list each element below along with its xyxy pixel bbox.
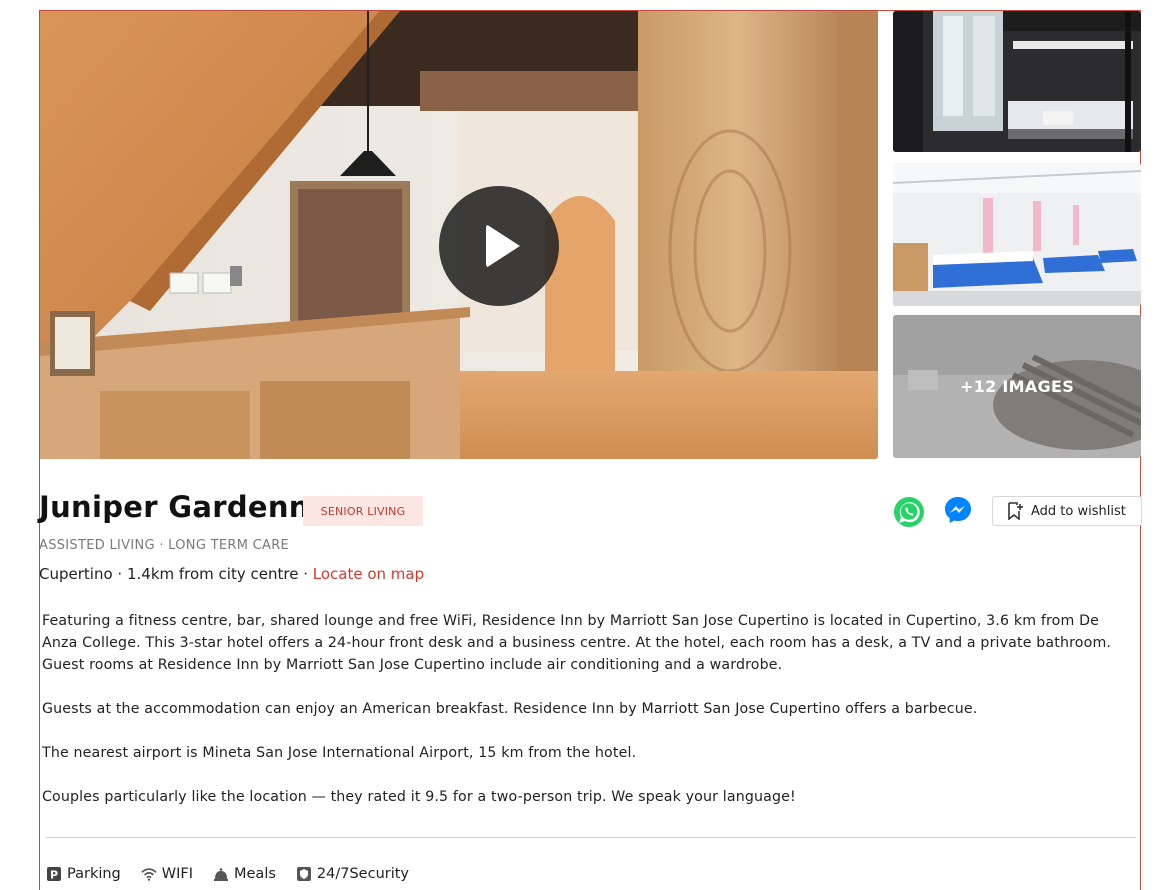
- amenity-label: WIFI: [161, 866, 193, 882]
- messenger-share-button[interactable]: [942, 494, 974, 526]
- amenity-wifi: WIFI: [141, 866, 193, 882]
- play-video-button[interactable]: [439, 186, 559, 306]
- amenity-meals: Meals: [213, 866, 276, 882]
- description-paragraph: Featuring a fitness centre, bar, shared …: [42, 613, 1112, 673]
- description: Featuring a fitness centre, bar, shared …: [42, 610, 1127, 830]
- meals-icon: [213, 866, 229, 882]
- main-photo[interactable]: [40, 11, 878, 459]
- security-icon: [296, 866, 312, 882]
- amenity-label: Parking: [67, 866, 121, 882]
- hospital-ward-image: [893, 163, 1141, 306]
- svg-text:P: P: [50, 869, 58, 882]
- city: Cupertino: [39, 565, 113, 583]
- location-line: Cupertino · 1.4km from city centre · Loc…: [39, 565, 424, 583]
- more-images-button[interactable]: +12 IMAGES: [893, 315, 1141, 458]
- whatsapp-share-button[interactable]: [893, 496, 925, 528]
- wifi-icon: [141, 866, 157, 882]
- messenger-icon: [945, 497, 971, 523]
- distance: · 1.4km from city centre ·: [117, 565, 308, 583]
- category-badge: SENIOR LIVING: [303, 496, 423, 526]
- more-images-label: +12 IMAGES: [959, 377, 1075, 396]
- amenity-label: Meals: [234, 866, 276, 882]
- gallery-thumbnail-2[interactable]: [893, 163, 1141, 306]
- gallery-thumbnail-3[interactable]: +12 IMAGES: [893, 315, 1141, 458]
- subcategories: ASSISTED LIVING · LONG TERM CARE: [39, 538, 290, 553]
- page-title: Juniper Gardenn: [39, 490, 310, 524]
- gallery-thumbnail-1[interactable]: [893, 11, 1141, 152]
- amenities-list: P Parking WIFI Meals 24/7Security: [46, 866, 429, 882]
- amenity-label: 24/7Security: [316, 866, 410, 882]
- parking-icon: P: [46, 866, 62, 882]
- section-divider: [46, 837, 1136, 838]
- description-paragraph: Couples particularly like the location —…: [42, 789, 796, 805]
- bookmark-plus-icon: [1008, 502, 1023, 520]
- amenity-parking: P Parking: [46, 866, 121, 882]
- add-to-wishlist-button[interactable]: Add to wishlist: [992, 496, 1142, 526]
- play-icon: [486, 224, 520, 268]
- description-paragraph: The nearest airport is Mineta San Jose I…: [42, 745, 637, 761]
- whatsapp-icon: [894, 497, 924, 527]
- description-paragraph: Guests at the accommodation can enjoy an…: [42, 701, 978, 717]
- locate-on-map-link[interactable]: Locate on map: [313, 565, 424, 583]
- amenity-security: 24/7Security: [296, 866, 409, 882]
- bunk-room-image: [893, 11, 1141, 152]
- wishlist-label: Add to wishlist: [1031, 503, 1126, 519]
